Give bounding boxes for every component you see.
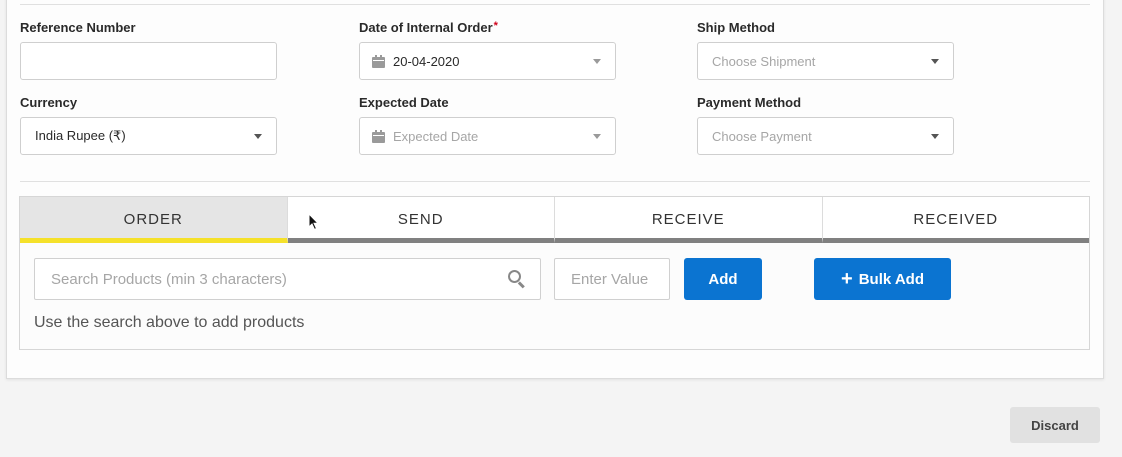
ship-method-placeholder: Choose Shipment: [712, 53, 816, 69]
payment-method-placeholder: Choose Payment: [712, 128, 812, 144]
currency-select[interactable]: India Rupee (₹): [20, 117, 277, 155]
tab-send-label: SEND: [397, 211, 444, 228]
currency-label-text: Currency: [20, 95, 78, 110]
order-tabs-panel: ORDER SEND RECEIVE RECEIVED Search Produ…: [19, 196, 1090, 350]
currency-value: India Rupee (₹): [35, 128, 126, 143]
tab-receive[interactable]: RECEIVE: [555, 197, 823, 243]
required-asterisk: *: [493, 20, 498, 32]
date-of-internal-order-picker[interactable]: 20-04-2020: [359, 42, 616, 80]
reference-number-label-text: Reference Number: [20, 20, 136, 35]
plus-icon: +: [841, 268, 853, 290]
chevron-down-icon: [931, 133, 939, 139]
product-search-input[interactable]: Search Products (min 3 characters): [34, 258, 541, 300]
date-of-internal-order-value: 20-04-2020: [393, 53, 460, 69]
currency-label: Currency: [20, 95, 77, 110]
ship-method-label-text: Ship Method: [697, 20, 775, 35]
tab-send[interactable]: SEND: [287, 197, 555, 243]
date-of-internal-order-label-text: Date of Internal Order: [359, 20, 493, 35]
enter-value-placeholder: Enter Value: [571, 270, 649, 288]
search-icon[interactable]: [508, 270, 526, 289]
payment-method-label: Payment Method: [697, 95, 801, 110]
chevron-down-icon: [593, 58, 601, 64]
enter-value-input[interactable]: Enter Value: [554, 258, 670, 300]
empty-products-hint: Use the search above to add products: [34, 314, 305, 331]
product-search-placeholder: Search Products (min 3 characters): [51, 270, 287, 288]
calendar-icon: [372, 129, 385, 143]
calendar-icon: [372, 54, 385, 68]
chevron-down-icon: [931, 58, 939, 64]
reference-number-input[interactable]: [20, 42, 277, 80]
discard-button-label: Discard: [1031, 417, 1079, 433]
add-button[interactable]: Add: [684, 258, 762, 300]
tab-order-label: ORDER: [123, 211, 183, 228]
expected-date-label-text: Expected Date: [359, 95, 449, 110]
mouse-cursor-icon: [308, 213, 320, 231]
chevron-down-icon: [254, 133, 262, 139]
date-of-internal-order-label: Date of Internal Order*: [359, 20, 498, 35]
chevron-down-icon: [593, 133, 601, 139]
add-button-label: Add: [708, 270, 738, 288]
bulk-add-button-label: Bulk Add: [858, 270, 924, 288]
tab-received[interactable]: RECEIVED: [822, 197, 1089, 243]
tab-received-label: RECEIVED: [913, 211, 999, 228]
tab-receive-label: RECEIVE: [651, 211, 725, 228]
top-divider: [20, 4, 1090, 5]
discard-button[interactable]: Discard: [1010, 407, 1100, 443]
ship-method-label: Ship Method: [697, 20, 775, 35]
payment-method-select[interactable]: Choose Payment: [697, 117, 954, 155]
bulk-add-button[interactable]: + Bulk Add: [814, 258, 951, 300]
expected-date-label: Expected Date: [359, 95, 449, 110]
expected-date-placeholder: Expected Date: [393, 128, 479, 144]
ship-method-select[interactable]: Choose Shipment: [697, 42, 954, 80]
payment-method-label-text: Payment Method: [697, 95, 802, 110]
tab-order[interactable]: ORDER: [20, 197, 288, 243]
expected-date-picker[interactable]: Expected Date: [359, 117, 616, 155]
reference-number-label: Reference Number: [20, 20, 136, 35]
tab-bar: ORDER SEND RECEIVE RECEIVED: [20, 197, 1089, 243]
section-divider: [20, 181, 1090, 182]
